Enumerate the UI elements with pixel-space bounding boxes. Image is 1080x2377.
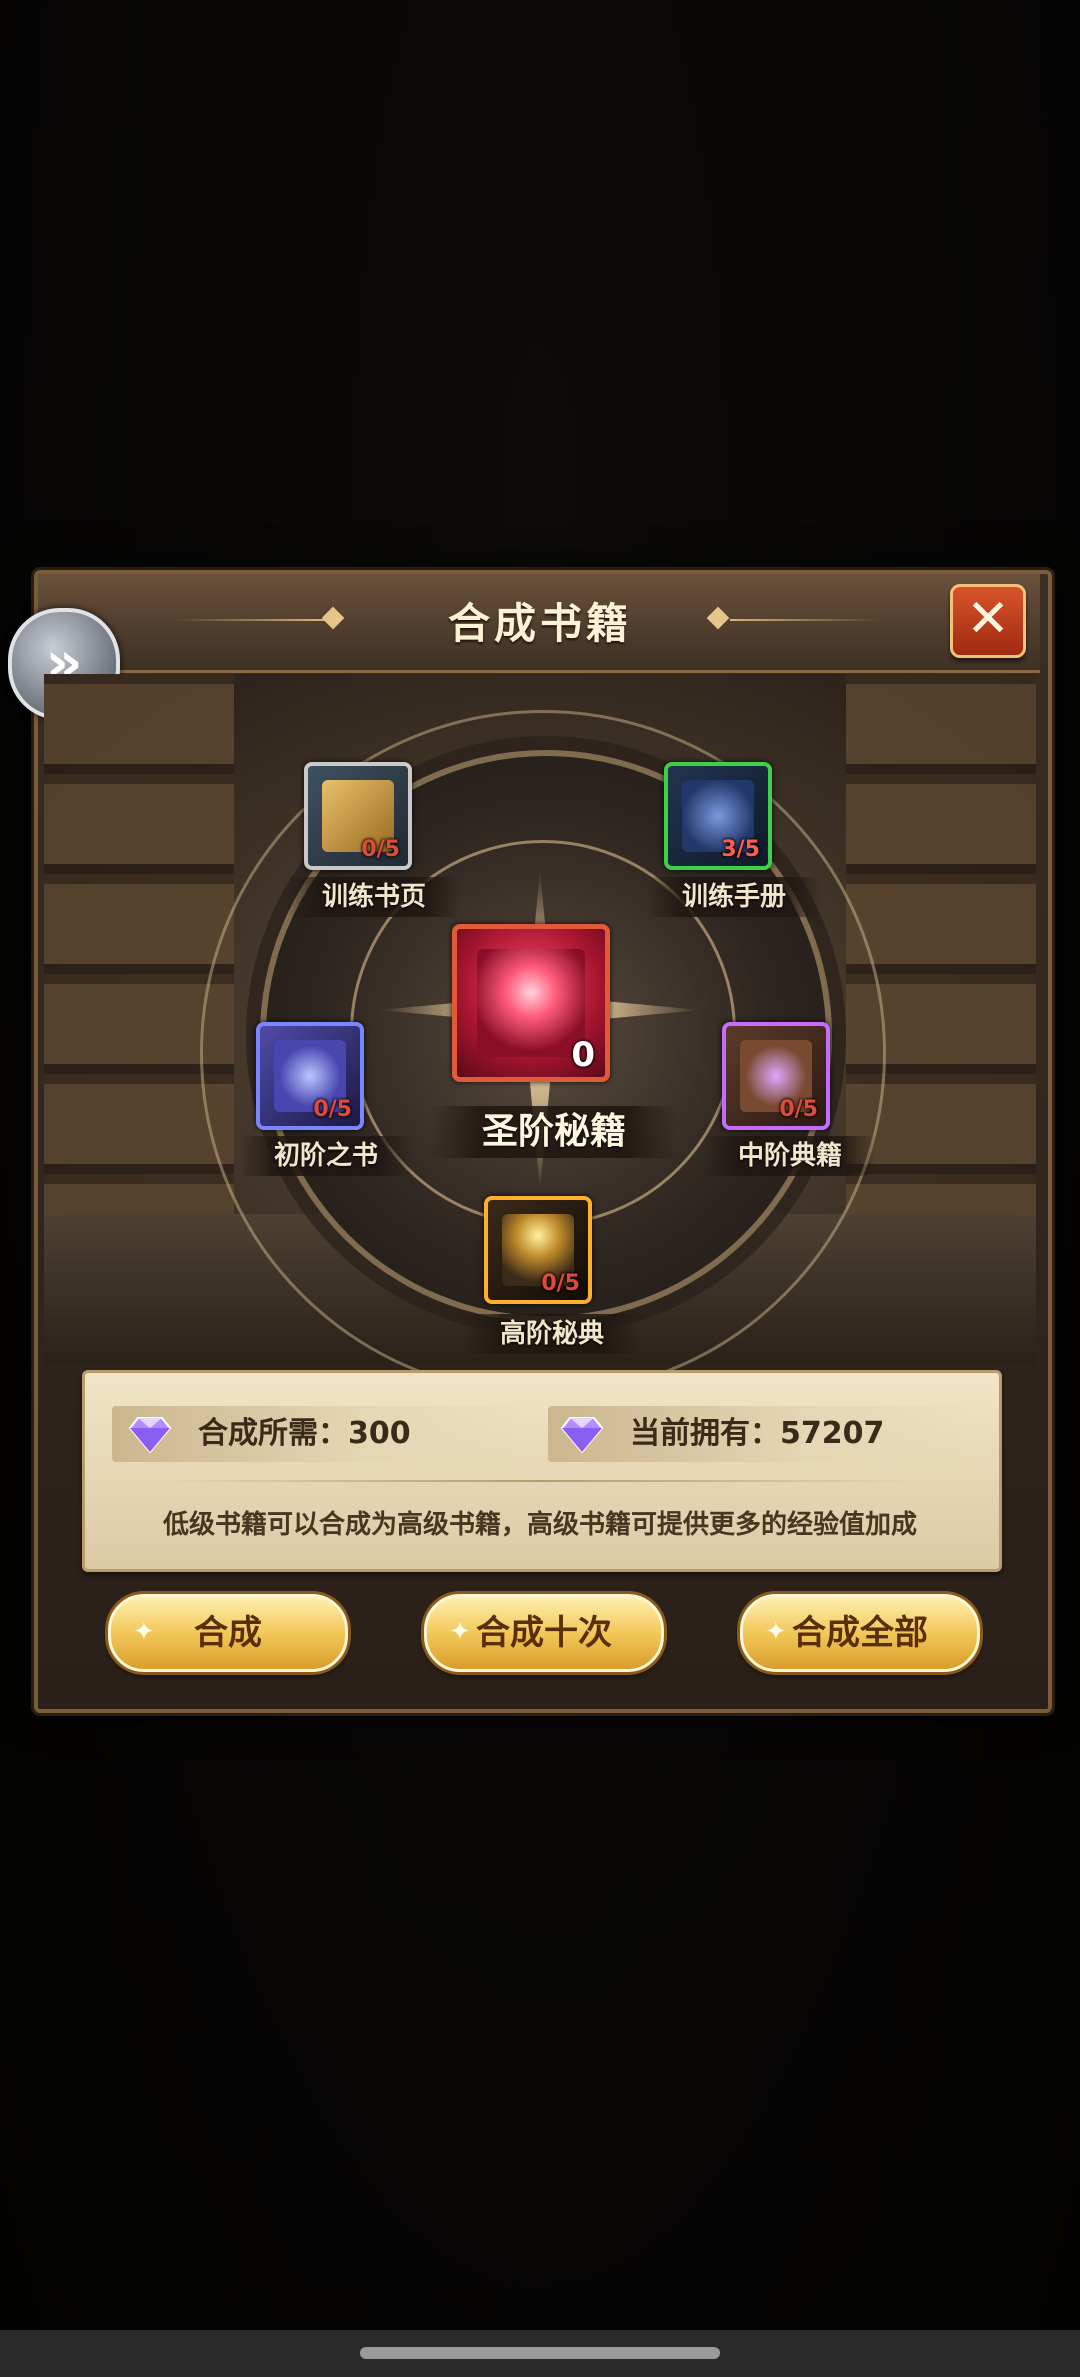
compose-all-button[interactable]: ✦ 合成全部 bbox=[740, 1594, 980, 1672]
diamond-gem-icon bbox=[128, 1417, 172, 1454]
item-beginner-book[interactable]: 0/5 bbox=[256, 1022, 364, 1130]
dialog-title: 合成书籍 bbox=[447, 599, 632, 648]
item-training-manual[interactable]: 3/5 bbox=[664, 762, 772, 870]
close-button[interactable]: ✕ bbox=[950, 584, 1026, 658]
item-count: 3/5 bbox=[721, 837, 760, 862]
description-text: 低级书籍可以合成为高级书籍，高级书籍可提供更多的经验值加成 bbox=[162, 1510, 917, 1540]
item-advanced-tome[interactable]: 0/5 bbox=[484, 1196, 596, 1308]
item-holy-tome[interactable]: 0 bbox=[452, 924, 612, 1084]
item-count: 0/5 bbox=[361, 837, 400, 862]
item-label: 高阶秘典 bbox=[466, 1314, 638, 1354]
divider bbox=[160, 1480, 920, 1482]
item-training-page[interactable]: 0/5 bbox=[304, 762, 412, 870]
home-indicator[interactable] bbox=[360, 2347, 720, 2359]
compose-ten-button[interactable]: ✦ 合成十次 bbox=[424, 1594, 664, 1672]
item-count: 0/5 bbox=[541, 1271, 580, 1296]
required-cost-text: 合成所需：300 bbox=[198, 1416, 411, 1451]
item-intermediate-codex[interactable]: 0/5 bbox=[722, 1022, 830, 1130]
diamond-gem-icon bbox=[560, 1417, 604, 1454]
close-icon: ✕ bbox=[966, 589, 1010, 649]
owned-amount-text: 当前拥有：57207 bbox=[630, 1416, 885, 1451]
holy-tome-icon bbox=[477, 949, 585, 1057]
item-label: 初阶之书 bbox=[240, 1136, 412, 1176]
title-ornament-left bbox=[175, 606, 355, 634]
item-label: 训练书页 bbox=[288, 877, 460, 917]
item-count: 0/5 bbox=[779, 1097, 818, 1122]
item-count: 0 bbox=[571, 1035, 595, 1075]
compose-button[interactable]: ✦ 合成 bbox=[108, 1594, 348, 1672]
item-label: 训练手册 bbox=[648, 877, 820, 917]
item-count: 0/5 bbox=[313, 1097, 352, 1122]
item-label: 中阶典籍 bbox=[704, 1136, 876, 1176]
item-label-main: 圣阶秘籍 bbox=[430, 1106, 678, 1158]
